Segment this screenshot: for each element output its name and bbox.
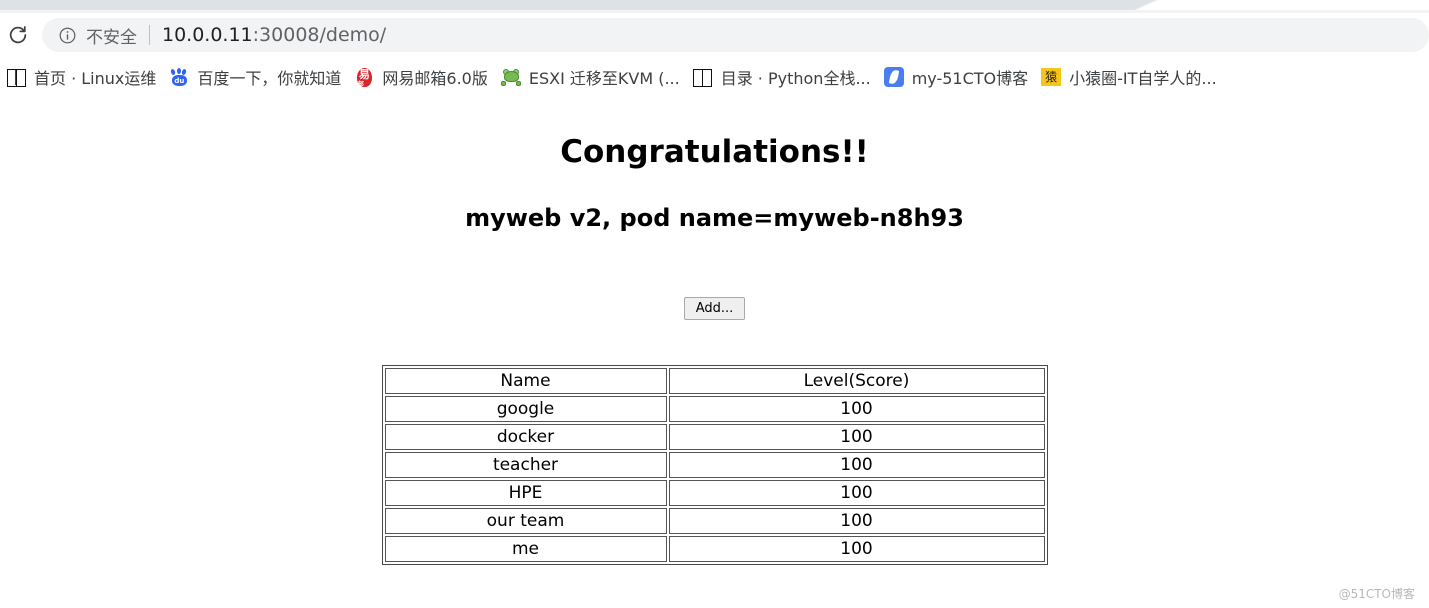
security-status-label: 不安全 bbox=[86, 27, 137, 48]
table-header-cell: Level(Score) bbox=[668, 368, 1045, 394]
bookmark-item-linux-home[interactable]: 首页 · Linux运维 bbox=[2, 62, 165, 92]
url-path: :30008/demo/ bbox=[252, 24, 387, 46]
table-row: google 100 bbox=[384, 396, 1045, 422]
browser-toolbar: 不安全 10.0.0.11:30008/demo/ bbox=[0, 13, 1429, 57]
bookmark-label: ESXI 迁移至KVM (... bbox=[528, 69, 680, 88]
page-content: Congratulations!! myweb v2, pod name=myw… bbox=[0, 97, 1429, 608]
51cto-feather-icon bbox=[883, 67, 904, 87]
table-cell-level: 100 bbox=[668, 480, 1045, 506]
tab-edge-slant bbox=[1135, 0, 1157, 10]
table-cell-name: google bbox=[384, 396, 667, 422]
bookmark-label: 首页 · Linux运维 bbox=[34, 69, 157, 88]
score-table: Name Level(Score) google 100 docker 100 teache… bbox=[381, 365, 1048, 565]
table-row: teacher 100 bbox=[384, 452, 1045, 478]
table-row: HPE 100 bbox=[384, 480, 1045, 506]
omnibox-divider bbox=[149, 25, 150, 45]
bookmark-label: my-51CTO博客 bbox=[911, 69, 1029, 88]
bookmark-item-netease-mail[interactable]: 易邮 网易邮箱6.0版 bbox=[350, 62, 496, 92]
table-header-row: Name Level(Score) bbox=[384, 368, 1045, 394]
tab-strip bbox=[0, 0, 1429, 13]
bookmarks-bar: 首页 · Linux运维 du 百度一下，你就知道 易邮 网易邮箱6.0版 ES… bbox=[0, 57, 1429, 97]
url-host: 10.0.0.11 bbox=[162, 24, 253, 46]
reload-icon bbox=[9, 26, 27, 44]
page-subtitle: myweb v2, pod name=myweb-n8h93 bbox=[465, 204, 964, 232]
table-cell-level: 100 bbox=[668, 508, 1045, 534]
bookmark-item-xiaoyuanquan[interactable]: 猿 小猿圈-IT自学人的... bbox=[1037, 62, 1226, 92]
bookmark-label: 百度一下，你就知道 bbox=[197, 69, 342, 88]
yuan-badge-icon: 猿 bbox=[1041, 67, 1062, 87]
url-text: 10.0.0.11:30008/demo/ bbox=[162, 24, 386, 46]
table-cell-name: docker bbox=[384, 424, 667, 450]
bookmark-item-baidu[interactable]: du 百度一下，你就知道 bbox=[165, 62, 350, 92]
table-row: me 100 bbox=[384, 536, 1045, 562]
bookmark-item-esxi-kvm[interactable]: ESXI 迁移至KVM (... bbox=[497, 62, 689, 92]
baidu-paw-icon: du bbox=[169, 67, 189, 87]
info-circle-icon[interactable] bbox=[58, 26, 77, 45]
address-bar[interactable]: 不安全 10.0.0.11:30008/demo/ bbox=[42, 18, 1429, 52]
table-cell-name: HPE bbox=[384, 480, 667, 506]
page-title: Congratulations!! bbox=[560, 134, 869, 170]
tab-strip-background bbox=[0, 0, 1135, 10]
netease-mail-icon: 易邮 bbox=[356, 67, 372, 88]
open-book-icon bbox=[693, 67, 713, 87]
open-book-icon bbox=[6, 67, 26, 87]
table-row: docker 100 bbox=[384, 424, 1045, 450]
table-cell-level: 100 bbox=[668, 536, 1045, 562]
frog-icon bbox=[500, 67, 521, 87]
bookmark-label: 网易邮箱6.0版 bbox=[382, 69, 488, 88]
table-cell-name: our team bbox=[384, 508, 667, 534]
table-container: Name Level(Score) google 100 docker 100 teache… bbox=[0, 365, 1429, 565]
add-button-row: Add... bbox=[0, 297, 1429, 320]
bookmark-item-my-51cto-blog[interactable]: my-51CTO博客 bbox=[880, 62, 1037, 92]
table-cell-name: me bbox=[384, 536, 667, 562]
table-cell-name: teacher bbox=[384, 452, 667, 478]
reload-button[interactable] bbox=[0, 17, 36, 53]
bookmark-label: 目录 · Python全栈... bbox=[720, 69, 871, 88]
add-button[interactable]: Add... bbox=[683, 297, 746, 320]
table-header-cell: Name bbox=[384, 368, 667, 394]
table-row: our team 100 bbox=[384, 508, 1045, 534]
table-cell-level: 100 bbox=[668, 424, 1045, 450]
watermark: @51CTO博客 bbox=[1338, 587, 1415, 601]
browser-window: 不安全 10.0.0.11:30008/demo/ 首页 · Linux运维 d… bbox=[0, 0, 1429, 608]
table-cell-level: 100 bbox=[668, 452, 1045, 478]
bookmark-item-python-catalog[interactable]: 目录 · Python全栈... bbox=[689, 62, 880, 92]
table-cell-level: 100 bbox=[668, 396, 1045, 422]
bookmark-label: 小猿圈-IT自学人的... bbox=[1069, 69, 1217, 88]
